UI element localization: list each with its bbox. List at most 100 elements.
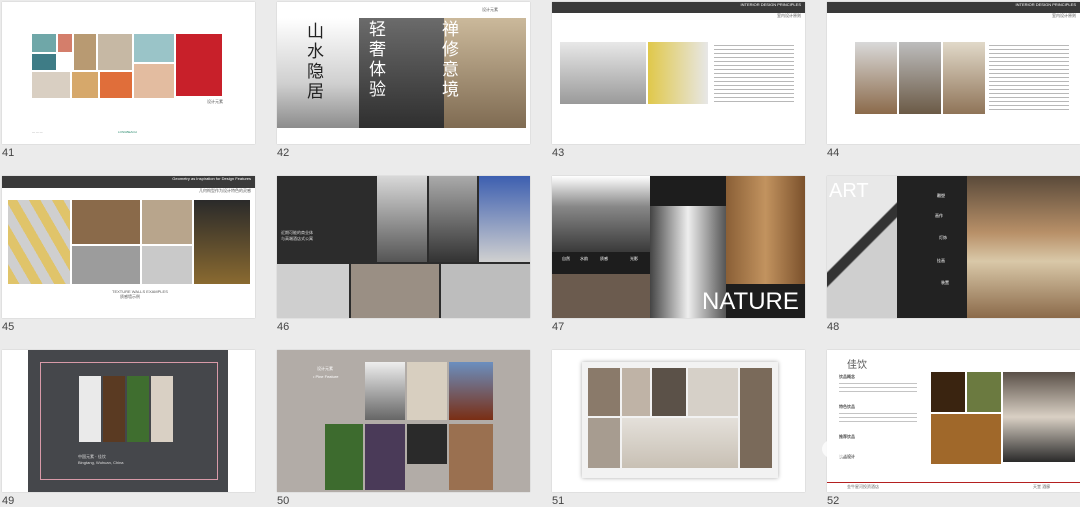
photo [967,176,1080,318]
slide-header: Geometry as Inspiration for Design Featu… [2,176,255,188]
slide-thumbnail-47[interactable]: 自然 水韵 质感 光影 NATURE [552,176,805,318]
slide-header: INTERIOR DESIGN PRINCIPLES [827,2,1080,13]
text-block [839,380,917,392]
photo [552,274,650,318]
slide-header-sub: 几何构型作为设计特色的灵感 [199,188,251,193]
photo [899,42,941,114]
tag-label: 灯饰 [939,235,947,240]
photo [479,176,530,262]
slide-text: 设计元素 [317,366,333,371]
photo [32,72,70,98]
slide-number: 45 [2,321,15,333]
tag-label: 雕塑 [937,193,945,198]
slide-number: 44 [827,147,840,159]
tag-label: 画作 [935,213,943,218]
photo [72,200,140,244]
slide-thumbnail-41[interactable]: 设计元素 — — — LONGBEACH [2,2,255,144]
slide-header: INTERIOR DESIGN PRINCIPLES [552,2,805,13]
slide-number: 51 [552,495,565,507]
vertical-title-2: 轻奢体验 [369,20,386,100]
section-label: 特色饮品 [839,404,855,409]
photo [277,264,349,318]
slide-header-sub: 室内设计原则 [1052,13,1076,18]
slide-thumbnail-46[interactable]: 近期可能的商业体 与高端酒店式公寓 [277,176,530,318]
slide-thumbnail-45[interactable]: Geometry as Inspiration for Design Featu… [2,176,255,318]
photo [407,424,447,464]
photo [32,34,56,52]
text-block [839,410,917,422]
photo [142,200,192,244]
photo [351,264,439,318]
footer-text: — — — [32,130,43,134]
vertical-title-3: 禅修意境 [442,20,459,100]
photo [377,176,427,262]
tag-label: 自然 [562,256,570,261]
photo [588,368,620,416]
slide-text: Bingtang, Wuhuan, China [78,460,124,465]
wechat-watermark: 公众号 [822,430,992,466]
photo [931,372,965,412]
slide-word: NATURE [702,288,799,315]
photo [103,376,125,442]
photo [176,34,222,96]
tag-label: 装置 [941,280,949,285]
photo [648,42,708,104]
photo [652,368,686,416]
photo [622,368,650,416]
tag-label: 光影 [630,256,638,261]
photo [134,34,174,62]
wechat-icon [822,439,848,459]
slide-number: 48 [827,321,840,333]
text-block [989,42,1069,112]
slide-thumbnail-51[interactable] [552,350,805,492]
photo [449,362,493,420]
slide-title: 佳饮 [847,360,867,371]
slide-tag: 设计元素 [482,7,498,12]
slide-number: 49 [2,495,15,507]
slide-text: 与高端酒店式公寓 [281,236,313,241]
photo [560,42,646,104]
photo [407,362,447,420]
slide-thumbnail-44[interactable]: INTERIOR DESIGN PRINCIPLES 室内设计原则 [827,2,1080,144]
slide-number: 42 [277,147,290,159]
photo [32,54,56,70]
photo [588,418,620,468]
footer-text: 金牛星河投资酒店 [847,484,879,489]
photo [441,264,530,318]
slide-header-sub: 室内设计原则 [777,13,801,18]
photo [726,176,805,284]
photo [325,424,363,490]
photo [365,362,405,420]
slide-text: • Pine Feature [313,374,339,379]
section-label: 饮品概念 [839,374,855,379]
slide-thumbnail-49[interactable]: 中国元素 · 佳饮 Bingtang, Wuhuan, China [2,350,255,492]
text-block [714,42,794,102]
photo [134,64,174,98]
slide-thumbnail-52[interactable]: 佳饮 饮品概念 特色饮品 推荐饮品 饮品设计 金牛星河投资酒店 天堂 酒廊 [827,350,1080,492]
slide-number: 52 [827,495,840,507]
slide-number: 50 [277,495,290,507]
photo [58,34,72,52]
photo [449,424,493,490]
footer-text: 天堂 酒廊 [1033,484,1051,489]
photo [142,246,192,284]
slide-thumbnail-43[interactable]: INTERIOR DESIGN PRINCIPLES 室内设计原则 [552,2,805,144]
tag-label: 挂画 [937,258,945,263]
photo [365,424,405,490]
slide-thumbnail-50[interactable]: 设计元素 • Pine Feature [277,350,530,492]
photo [688,368,738,416]
photo [429,176,477,262]
slide-thumbnail-48[interactable]: ART 雕塑 画作 灯饰 挂画 装置 [827,176,1080,318]
slide-number: 43 [552,147,565,159]
photo [967,372,1001,412]
photo [552,176,650,252]
slide-thumbnail-42[interactable]: 山水隐居 轻奢体验 禅修意境 设计元素 [277,2,530,144]
photo [855,42,897,114]
vertical-title-1: 山水隐居 [307,22,324,102]
slide-caption: 设计元素 [207,99,223,104]
slide-word: ART [829,180,869,202]
photo [98,34,132,70]
photo [79,376,101,442]
slide-number: 46 [277,321,290,333]
photo [1003,372,1075,462]
